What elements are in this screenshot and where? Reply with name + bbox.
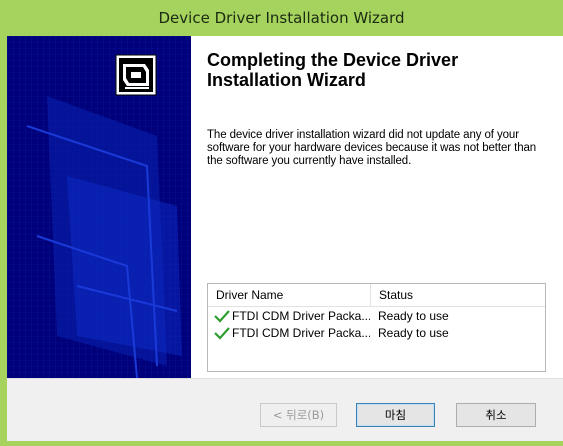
banner-graphic	[7, 36, 191, 378]
cancel-button[interactable]: 취소	[456, 403, 536, 427]
column-status[interactable]: Status	[370, 284, 545, 306]
wizard-body: Completing the Device Driver Installatio…	[7, 36, 563, 441]
check-icon	[214, 309, 230, 323]
driver-name: FTDI CDM Driver Packa...	[232, 325, 370, 340]
driver-name-cell: FTDI CDM Driver Packa...	[208, 326, 370, 340]
finish-button[interactable]: 마침	[356, 403, 435, 427]
window-title: Device Driver Installation Wizard	[158, 9, 405, 27]
driver-status: Ready to use	[378, 308, 449, 323]
button-bar: < 뒤로(B) 마침 취소	[7, 378, 563, 441]
table-row[interactable]: FTDI CDM Driver Packa... Ready to use	[208, 324, 545, 341]
wizard-heading: Completing the Device Driver Installatio…	[207, 50, 459, 90]
back-button[interactable]: < 뒤로(B)	[260, 403, 337, 427]
table-row[interactable]: FTDI CDM Driver Packa... Ready to use	[208, 307, 545, 324]
hardware-icon	[115, 54, 157, 96]
wizard-banner	[7, 36, 191, 378]
driver-status: Ready to use	[378, 325, 449, 340]
wizard-window: Device Driver Installation Wizard Comple…	[0, 0, 563, 446]
driver-name: FTDI CDM Driver Packa...	[232, 308, 370, 323]
column-driver-name[interactable]: Driver Name	[208, 288, 370, 302]
driver-list[interactable]: Driver Name Status FTDI CDM Driver Packa…	[207, 283, 546, 372]
driver-name-cell: FTDI CDM Driver Packa...	[208, 309, 370, 323]
wizard-description: The device driver installation wizard di…	[207, 129, 537, 167]
driver-list-header: Driver Name Status	[208, 284, 545, 307]
title-bar[interactable]: Device Driver Installation Wizard	[0, 0, 563, 36]
check-icon	[214, 326, 230, 340]
